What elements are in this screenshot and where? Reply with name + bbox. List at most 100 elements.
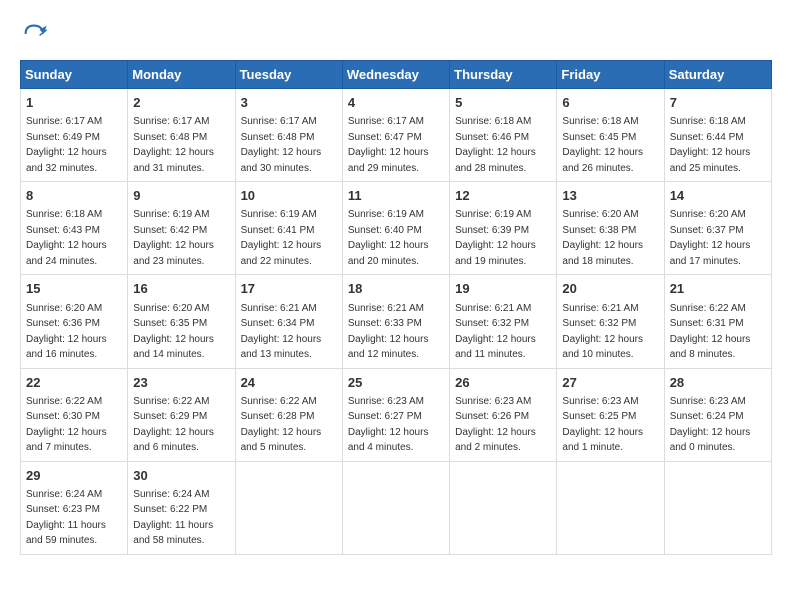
calendar-cell: 10 Sunrise: 6:19 AMSunset: 6:41 PMDaylig… (235, 182, 342, 275)
calendar-cell: 18 Sunrise: 6:21 AMSunset: 6:33 PMDaylig… (342, 275, 449, 368)
day-info: Sunrise: 6:21 AMSunset: 6:32 PMDaylight:… (455, 303, 536, 361)
calendar-cell: 27 Sunrise: 6:23 AMSunset: 6:25 PMDaylig… (557, 368, 664, 461)
col-monday: Monday (128, 61, 235, 89)
calendar-cell (557, 461, 664, 554)
calendar-cell: 14 Sunrise: 6:20 AMSunset: 6:37 PMDaylig… (664, 182, 771, 275)
calendar-cell: 21 Sunrise: 6:22 AMSunset: 6:31 PMDaylig… (664, 275, 771, 368)
day-number: 23 (133, 374, 229, 392)
day-info: Sunrise: 6:24 AMSunset: 6:22 PMDaylight:… (133, 489, 213, 547)
logo (20, 20, 54, 48)
col-sunday: Sunday (21, 61, 128, 89)
calendar-cell: 24 Sunrise: 6:22 AMSunset: 6:28 PMDaylig… (235, 368, 342, 461)
day-number: 6 (562, 94, 658, 112)
day-info: Sunrise: 6:17 AMSunset: 6:48 PMDaylight:… (133, 116, 214, 174)
day-number: 3 (241, 94, 337, 112)
day-info: Sunrise: 6:22 AMSunset: 6:28 PMDaylight:… (241, 396, 322, 454)
calendar-cell: 3 Sunrise: 6:17 AMSunset: 6:48 PMDayligh… (235, 89, 342, 182)
day-number: 11 (348, 187, 444, 205)
general-blue-icon (20, 20, 48, 48)
day-info: Sunrise: 6:22 AMSunset: 6:29 PMDaylight:… (133, 396, 214, 454)
day-number: 1 (26, 94, 122, 112)
day-info: Sunrise: 6:18 AMSunset: 6:44 PMDaylight:… (670, 116, 751, 174)
day-info: Sunrise: 6:17 AMSunset: 6:49 PMDaylight:… (26, 116, 107, 174)
col-wednesday: Wednesday (342, 61, 449, 89)
day-number: 12 (455, 187, 551, 205)
calendar-cell: 8 Sunrise: 6:18 AMSunset: 6:43 PMDayligh… (21, 182, 128, 275)
day-number: 14 (670, 187, 766, 205)
calendar-cell: 29 Sunrise: 6:24 AMSunset: 6:23 PMDaylig… (21, 461, 128, 554)
calendar-cell: 28 Sunrise: 6:23 AMSunset: 6:24 PMDaylig… (664, 368, 771, 461)
day-info: Sunrise: 6:20 AMSunset: 6:36 PMDaylight:… (26, 303, 107, 361)
day-number: 13 (562, 187, 658, 205)
day-number: 22 (26, 374, 122, 392)
day-number: 28 (670, 374, 766, 392)
day-info: Sunrise: 6:20 AMSunset: 6:35 PMDaylight:… (133, 303, 214, 361)
day-number: 15 (26, 280, 122, 298)
calendar-cell: 9 Sunrise: 6:19 AMSunset: 6:42 PMDayligh… (128, 182, 235, 275)
day-info: Sunrise: 6:21 AMSunset: 6:33 PMDaylight:… (348, 303, 429, 361)
week-row-3: 15 Sunrise: 6:20 AMSunset: 6:36 PMDaylig… (21, 275, 772, 368)
calendar-cell (664, 461, 771, 554)
day-number: 19 (455, 280, 551, 298)
day-number: 7 (670, 94, 766, 112)
week-row-5: 29 Sunrise: 6:24 AMSunset: 6:23 PMDaylig… (21, 461, 772, 554)
day-number: 10 (241, 187, 337, 205)
day-info: Sunrise: 6:18 AMSunset: 6:43 PMDaylight:… (26, 209, 107, 267)
header (20, 20, 772, 48)
day-number: 30 (133, 467, 229, 485)
day-number: 16 (133, 280, 229, 298)
day-info: Sunrise: 6:22 AMSunset: 6:31 PMDaylight:… (670, 303, 751, 361)
day-number: 20 (562, 280, 658, 298)
day-info: Sunrise: 6:17 AMSunset: 6:48 PMDaylight:… (241, 116, 322, 174)
day-number: 18 (348, 280, 444, 298)
day-number: 4 (348, 94, 444, 112)
day-info: Sunrise: 6:22 AMSunset: 6:30 PMDaylight:… (26, 396, 107, 454)
day-number: 25 (348, 374, 444, 392)
day-info: Sunrise: 6:20 AMSunset: 6:38 PMDaylight:… (562, 209, 643, 267)
calendar-cell: 2 Sunrise: 6:17 AMSunset: 6:48 PMDayligh… (128, 89, 235, 182)
day-info: Sunrise: 6:23 AMSunset: 6:24 PMDaylight:… (670, 396, 751, 454)
week-row-4: 22 Sunrise: 6:22 AMSunset: 6:30 PMDaylig… (21, 368, 772, 461)
day-number: 5 (455, 94, 551, 112)
day-info: Sunrise: 6:23 AMSunset: 6:27 PMDaylight:… (348, 396, 429, 454)
day-info: Sunrise: 6:19 AMSunset: 6:39 PMDaylight:… (455, 209, 536, 267)
day-info: Sunrise: 6:23 AMSunset: 6:25 PMDaylight:… (562, 396, 643, 454)
col-friday: Friday (557, 61, 664, 89)
calendar-cell: 16 Sunrise: 6:20 AMSunset: 6:35 PMDaylig… (128, 275, 235, 368)
calendar-cell: 6 Sunrise: 6:18 AMSunset: 6:45 PMDayligh… (557, 89, 664, 182)
col-thursday: Thursday (450, 61, 557, 89)
calendar-cell: 22 Sunrise: 6:22 AMSunset: 6:30 PMDaylig… (21, 368, 128, 461)
calendar-cell: 26 Sunrise: 6:23 AMSunset: 6:26 PMDaylig… (450, 368, 557, 461)
week-row-2: 8 Sunrise: 6:18 AMSunset: 6:43 PMDayligh… (21, 182, 772, 275)
calendar-cell: 20 Sunrise: 6:21 AMSunset: 6:32 PMDaylig… (557, 275, 664, 368)
day-info: Sunrise: 6:17 AMSunset: 6:47 PMDaylight:… (348, 116, 429, 174)
day-number: 9 (133, 187, 229, 205)
calendar-cell: 12 Sunrise: 6:19 AMSunset: 6:39 PMDaylig… (450, 182, 557, 275)
calendar-cell: 17 Sunrise: 6:21 AMSunset: 6:34 PMDaylig… (235, 275, 342, 368)
day-info: Sunrise: 6:21 AMSunset: 6:32 PMDaylight:… (562, 303, 643, 361)
day-number: 24 (241, 374, 337, 392)
day-info: Sunrise: 6:19 AMSunset: 6:40 PMDaylight:… (348, 209, 429, 267)
calendar-cell: 23 Sunrise: 6:22 AMSunset: 6:29 PMDaylig… (128, 368, 235, 461)
day-number: 21 (670, 280, 766, 298)
day-header-row: Sunday Monday Tuesday Wednesday Thursday… (21, 61, 772, 89)
day-info: Sunrise: 6:19 AMSunset: 6:42 PMDaylight:… (133, 209, 214, 267)
calendar-cell (342, 461, 449, 554)
col-tuesday: Tuesday (235, 61, 342, 89)
day-info: Sunrise: 6:23 AMSunset: 6:26 PMDaylight:… (455, 396, 536, 454)
col-saturday: Saturday (664, 61, 771, 89)
day-number: 2 (133, 94, 229, 112)
calendar-cell: 15 Sunrise: 6:20 AMSunset: 6:36 PMDaylig… (21, 275, 128, 368)
day-number: 17 (241, 280, 337, 298)
calendar-cell: 1 Sunrise: 6:17 AMSunset: 6:49 PMDayligh… (21, 89, 128, 182)
day-number: 29 (26, 467, 122, 485)
calendar-cell: 19 Sunrise: 6:21 AMSunset: 6:32 PMDaylig… (450, 275, 557, 368)
calendar-cell: 25 Sunrise: 6:23 AMSunset: 6:27 PMDaylig… (342, 368, 449, 461)
day-info: Sunrise: 6:18 AMSunset: 6:46 PMDaylight:… (455, 116, 536, 174)
day-number: 26 (455, 374, 551, 392)
calendar-cell: 30 Sunrise: 6:24 AMSunset: 6:22 PMDaylig… (128, 461, 235, 554)
calendar: Sunday Monday Tuesday Wednesday Thursday… (20, 60, 772, 555)
calendar-cell (235, 461, 342, 554)
day-number: 8 (26, 187, 122, 205)
calendar-cell: 11 Sunrise: 6:19 AMSunset: 6:40 PMDaylig… (342, 182, 449, 275)
